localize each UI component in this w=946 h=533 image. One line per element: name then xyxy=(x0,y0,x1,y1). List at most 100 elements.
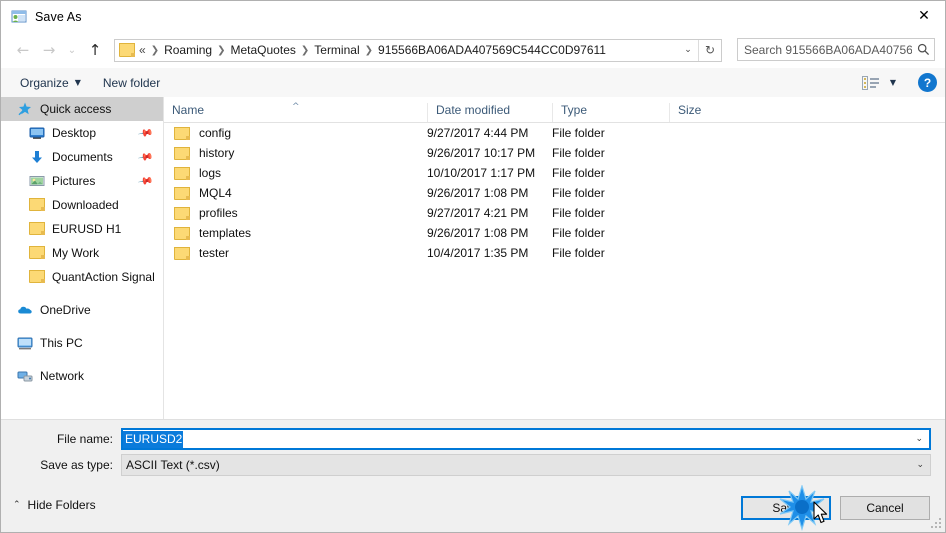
file-date-cell: 10/4/2017 1:35 PM xyxy=(427,246,529,260)
sidebar-item-label: Documents xyxy=(52,150,113,164)
folder-icon xyxy=(174,166,190,180)
folder-icon xyxy=(29,269,45,285)
file-date-cell: 9/27/2017 4:21 PM xyxy=(427,206,529,220)
sidebar-item-my-work[interactable]: My Work xyxy=(1,241,163,265)
column-header-date-modified[interactable]: Date modified xyxy=(427,103,552,122)
file-date-cell: 9/26/2017 10:17 PM xyxy=(427,146,536,160)
file-date-cell: 9/26/2017 1:08 PM xyxy=(427,186,529,200)
table-row[interactable]: logs 10/10/2017 1:17 PM File folder xyxy=(164,163,945,183)
pin-icon[interactable]: 📌 xyxy=(137,149,154,165)
sidebar-item-eurusd-h1[interactable]: EURUSD H1 xyxy=(1,217,163,241)
save-as-type-row: Save as type: ASCII Text (*.csv) ⌄ xyxy=(1,454,945,476)
arrow-right-icon[interactable]: → xyxy=(36,37,62,63)
file-name-label: logs xyxy=(199,166,222,180)
file-name-value: EURUSD2 xyxy=(123,430,184,448)
file-name-cell: config xyxy=(164,126,427,140)
sidebar-item-onedrive[interactable]: OneDrive xyxy=(1,298,163,322)
cancel-button[interactable]: Cancel xyxy=(840,496,930,520)
documents-download-icon xyxy=(29,149,45,165)
chevron-down-icon[interactable]: ⌄ xyxy=(62,37,82,63)
close-icon[interactable]: ✕ xyxy=(901,1,945,31)
file-type-cell: File folder xyxy=(552,126,605,140)
chevron-down-icon[interactable]: ⌄ xyxy=(916,460,924,470)
sidebar-item-network[interactable]: Network xyxy=(1,364,163,388)
file-name-cell: tester xyxy=(164,246,427,260)
save-as-type-select[interactable]: ASCII Text (*.csv) ⌄ xyxy=(121,454,931,476)
organize-label: Organize xyxy=(20,75,69,90)
file-type-cell: File folder xyxy=(552,246,605,260)
save-as-type-value: ASCII Text (*.csv) xyxy=(126,458,220,472)
navigation-sidebar: Quick access Desktop 📌 Documents � xyxy=(1,97,164,419)
chevron-down-icon[interactable]: ⌄ xyxy=(915,434,923,444)
file-name-cell: history xyxy=(164,146,427,160)
sidebar-item-label: Pictures xyxy=(52,174,96,188)
new-folder-button[interactable]: New folder xyxy=(96,73,167,93)
file-name-label: profiles xyxy=(199,206,238,220)
breadcrumb-item-terminal[interactable]: Terminal xyxy=(310,40,363,61)
arrow-left-icon[interactable]: ← xyxy=(10,37,36,63)
arrow-up-icon[interactable]: ↑ xyxy=(82,37,108,63)
sidebar-item-pictures[interactable]: Pictures 📌 xyxy=(1,169,163,193)
breadcrumb: « ❯ Roaming ❯ MetaQuotes ❯ Terminal ❯ 91… xyxy=(137,40,678,61)
column-header-size[interactable]: Size xyxy=(669,103,749,122)
column-header-label: Date modified xyxy=(436,103,511,117)
folder-icon xyxy=(29,197,45,213)
breadcrumb-lead[interactable]: « xyxy=(137,40,150,61)
breadcrumb-item-terminal-id[interactable]: 915566BA06ADA407569C544CC0D97611 xyxy=(374,40,610,61)
title-bar: Save As ✕ xyxy=(1,1,945,32)
save-as-dialog: Save As ✕ ← → ⌄ ↑ « ❯ Roaming ❯ MetaQuot… xyxy=(0,0,946,533)
file-name-cell: MQL4 xyxy=(164,186,427,200)
table-row[interactable]: config 9/27/2017 4:44 PM File folder xyxy=(164,123,945,143)
file-date-cell: 10/10/2017 1:17 PM xyxy=(427,166,536,180)
sidebar-item-documents[interactable]: Documents 📌 xyxy=(1,145,163,169)
table-row[interactable]: templates 9/26/2017 1:08 PM File folder xyxy=(164,223,945,243)
file-type-cell: File folder xyxy=(552,206,605,220)
folder-icon xyxy=(29,221,45,237)
sidebar-item-label: My Work xyxy=(52,246,100,260)
sidebar-item-label: Network xyxy=(40,369,85,383)
view-layout-icon[interactable] xyxy=(861,75,880,90)
help-button[interactable]: ? xyxy=(918,73,937,92)
column-header-name[interactable]: Name ^ xyxy=(164,102,427,122)
pictures-icon xyxy=(29,173,45,189)
sidebar-item-label: Quick access xyxy=(40,102,112,116)
file-name-input[interactable]: EURUSD2 ⌄ xyxy=(121,428,931,450)
table-row[interactable]: tester 10/4/2017 1:35 PM File folder xyxy=(164,243,945,263)
save-button[interactable]: Save xyxy=(741,496,831,520)
sidebar-item-quick-access[interactable]: Quick access xyxy=(1,97,163,121)
sidebar-item-downloaded[interactable]: Downloaded xyxy=(1,193,163,217)
file-date-cell: 9/26/2017 1:08 PM xyxy=(427,226,529,240)
organize-button[interactable]: Organize ▼ xyxy=(13,73,88,93)
sidebar-item-this-pc[interactable]: This PC xyxy=(1,331,163,355)
pin-icon[interactable]: 📌 xyxy=(137,125,154,141)
file-type-cell: File folder xyxy=(552,146,605,160)
file-type-cell: File folder xyxy=(552,166,605,180)
column-header-type[interactable]: Type xyxy=(552,103,669,122)
chevron-up-icon: ⌃ xyxy=(13,500,21,510)
toolbar-right-group: ▼ ? xyxy=(861,68,937,97)
sidebar-item-desktop[interactable]: Desktop 📌 xyxy=(1,121,163,145)
refresh-icon[interactable]: ↻ xyxy=(698,39,721,61)
save-form: File name: EURUSD2 ⌄ Save as type: ASCII… xyxy=(1,419,945,490)
sidebar-item-quantaction-signal[interactable]: QuantAction Signal xyxy=(1,265,163,289)
search-input[interactable]: Search 915566BA06ADA40756... xyxy=(738,43,912,57)
breadcrumb-item-metaquotes[interactable]: MetaQuotes xyxy=(227,40,300,61)
search-icon xyxy=(912,39,934,60)
view-dropdown-icon[interactable]: ▼ xyxy=(886,78,900,87)
hide-folders-button[interactable]: ⌃ Hide Folders xyxy=(13,498,96,512)
table-row[interactable]: history 9/26/2017 10:17 PM File folder xyxy=(164,143,945,163)
file-name-label: templates xyxy=(199,226,252,240)
table-row[interactable]: MQL4 9/26/2017 1:08 PM File folder xyxy=(164,183,945,203)
resize-grip[interactable] xyxy=(931,518,943,530)
folder-icon xyxy=(174,246,190,260)
sidebar-item-label: EURUSD H1 xyxy=(52,222,122,236)
address-dropdown-icon[interactable]: ⌄ xyxy=(678,40,698,61)
search-box[interactable]: Search 915566BA06ADA40756... xyxy=(737,38,935,61)
star-pin-icon xyxy=(17,101,33,117)
address-bar[interactable]: « ❯ Roaming ❯ MetaQuotes ❯ Terminal ❯ 91… xyxy=(114,38,722,62)
pin-icon[interactable]: 📌 xyxy=(137,173,154,189)
file-type-cell: File folder xyxy=(552,226,605,240)
table-row[interactable]: profiles 9/27/2017 4:21 PM File folder xyxy=(164,203,945,223)
breadcrumb-item-roaming[interactable]: Roaming xyxy=(160,40,216,61)
